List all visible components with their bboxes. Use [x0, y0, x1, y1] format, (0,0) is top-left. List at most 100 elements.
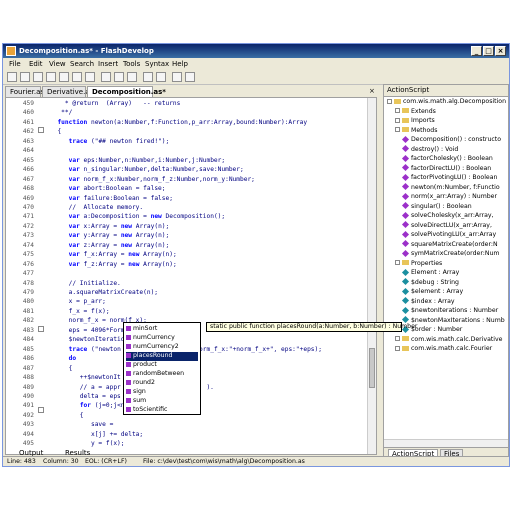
expand-toggle-icon[interactable] [395, 108, 400, 113]
code-line[interactable]: var x:Array = new Array(n); [50, 223, 170, 230]
code-line[interactable]: f_x = f(x); [50, 308, 110, 315]
menu-tools[interactable]: Tools [123, 60, 140, 68]
autocomplete-item[interactable]: placesRound [126, 352, 198, 361]
menu-help[interactable]: Help [172, 60, 188, 68]
autocomplete-item[interactable]: minSort [126, 325, 198, 334]
code-line[interactable]: * @return (Array) -- returns [50, 100, 181, 107]
redo-icon[interactable] [72, 72, 82, 82]
tree-node[interactable]: $element : Array [401, 287, 463, 295]
cut-icon[interactable] [101, 72, 111, 82]
expand-toggle-icon[interactable] [395, 345, 400, 351]
code-line[interactable]: $newtonIteratio [50, 336, 125, 343]
code-line[interactable]: x = p_arr; [50, 298, 106, 305]
tree-node[interactable]: Decomposition() : constructo [401, 135, 501, 143]
code-line[interactable]: trace ("## newton fired!"); [50, 138, 170, 145]
save-icon[interactable] [33, 72, 43, 82]
code-line[interactable]: { [50, 412, 84, 419]
tab-decomposition[interactable]: Decomposition.as* [87, 86, 166, 97]
undo-icon[interactable] [59, 72, 69, 82]
autocomplete-list[interactable]: minSort numCurrency numCurrency2 placesRoun… [123, 322, 201, 415]
scrollbar-thumb[interactable] [369, 348, 375, 388]
tree-node[interactable]: solveDirectLU(x_arr:Array, [401, 220, 492, 229]
close-button[interactable]: × [495, 46, 506, 56]
tab-fourier[interactable]: Fourier.as [5, 86, 44, 97]
code-line[interactable]: for (j=0;j<n [50, 402, 125, 409]
menu-file[interactable]: File [9, 60, 21, 68]
fold-toggle-icon[interactable] [38, 407, 44, 413]
open-file-icon[interactable] [20, 72, 30, 82]
code-line[interactable]: delta = eps [50, 393, 121, 400]
autocomplete-item[interactable]: numCurrency [126, 334, 198, 343]
close-tab-icon[interactable]: × [369, 87, 375, 95]
close-file-icon[interactable] [85, 72, 95, 82]
tree-node[interactable]: Element : Array [401, 268, 459, 276]
build-icon[interactable] [185, 72, 195, 82]
tree-node[interactable]: $newtonMaxIterations : Numb [401, 315, 505, 324]
tree-node[interactable]: solvePivotingLU(x_arr:Array [401, 230, 496, 238]
tree-node[interactable]: $index : Array [401, 296, 455, 305]
expand-toggle-icon[interactable] [395, 127, 400, 132]
code-line[interactable]: var a:Decomposition = new Decomposition(… [50, 213, 226, 220]
editor-vertical-scrollbar[interactable] [367, 98, 376, 454]
tree-node[interactable]: norm(x_arr:Array) : Number [401, 192, 497, 200]
code-line[interactable]: var failure:Boolean = false; [50, 195, 173, 202]
find-icon[interactable] [143, 72, 153, 82]
code-line[interactable]: x[j] += delta; [50, 431, 143, 438]
code-line[interactable]: function newton(a:Number,f:Function,p_ar… [50, 119, 307, 126]
autocomplete-item[interactable]: numCurrency2 [126, 343, 198, 352]
fold-toggle-icon[interactable] [38, 127, 44, 133]
code-line[interactable]: var n_singular:Number,delta:Number,save:… [50, 166, 244, 173]
code-line[interactable]: a.squareMatrixCreate(n); [50, 289, 158, 296]
fold-toggle-icon[interactable] [38, 326, 44, 332]
code-line[interactable]: var z:Array = new Array(n); [50, 242, 170, 249]
tree-node[interactable]: squareMatrixCreate(order:N [401, 239, 498, 248]
tree-node[interactable]: singular() : Boolean [401, 201, 472, 210]
code-line[interactable]: var f_x:Array = new Array(n); [50, 251, 177, 258]
code-line[interactable]: var abort:Boolean = false; [50, 185, 166, 192]
code-line[interactable]: var y:Array = new Array(n); [50, 232, 170, 239]
code-line[interactable]: var f_z:Array = new Array(n); [50, 261, 177, 268]
save-all-icon[interactable] [46, 72, 56, 82]
tree-node[interactable]: com.wis.math.calc.Derivative [395, 336, 502, 343]
tree-node[interactable]: com.wis.math.alg.Decomposition [387, 98, 506, 105]
tree-node[interactable]: symMatrixCreate(order:Num [401, 249, 499, 257]
tree-node[interactable]: com.wis.math.calc.Fourier [395, 345, 492, 352]
autocomplete-item[interactable]: sign [126, 388, 198, 397]
autocomplete-item[interactable]: round2 [126, 379, 198, 388]
minimize-button[interactable]: _ [471, 46, 482, 56]
tree-node[interactable]: Imports [395, 117, 435, 124]
expand-toggle-icon[interactable] [387, 98, 392, 104]
expand-toggle-icon[interactable] [395, 336, 400, 341]
code-line[interactable]: { [50, 128, 61, 135]
menu-syntax[interactable]: Syntax [145, 60, 169, 68]
code-line[interactable]: var eps:Number,n:Number,i:Number,j:Numbe… [50, 157, 225, 164]
autocomplete-item[interactable]: randomBetween [126, 370, 198, 379]
tree-node[interactable]: factorPivotingLU() : Boolean [401, 173, 497, 181]
menu-edit[interactable]: Edit [29, 60, 43, 68]
autocomplete-item[interactable]: toScientific [126, 406, 198, 415]
tree-node[interactable]: Extends [395, 108, 436, 115]
maximize-button[interactable]: □ [483, 46, 494, 56]
tree-node[interactable]: Properties [395, 260, 442, 267]
autocomplete-item[interactable]: product [126, 361, 198, 370]
autocomplete-item[interactable]: sum [126, 397, 198, 406]
code-line[interactable]: **/ [50, 109, 72, 116]
code-line[interactable]: // Initialize. [50, 280, 121, 287]
expand-toggle-icon[interactable] [395, 117, 400, 123]
tree-node[interactable]: Methods [395, 127, 437, 134]
code-line[interactable]: do [50, 355, 76, 362]
menu-search[interactable]: Search [70, 60, 94, 68]
code-line[interactable]: save = [50, 421, 117, 428]
tree-node[interactable]: newton(m:Number, f:Functio [401, 182, 500, 191]
replace-icon[interactable] [156, 72, 166, 82]
tree-node[interactable]: $newtonIterations : Number [401, 306, 498, 314]
new-file-icon[interactable] [7, 72, 17, 82]
copy-icon[interactable] [114, 72, 124, 82]
tree-node[interactable]: destroy() : Void [401, 144, 458, 153]
expand-toggle-icon[interactable] [395, 260, 400, 265]
menu-insert[interactable]: Insert [98, 60, 118, 68]
tree-node[interactable]: factorCholesky() : Boolean [401, 154, 493, 162]
tab-derivative[interactable]: Derivative.as [42, 86, 93, 97]
menu-view[interactable]: View [49, 60, 66, 68]
code-line[interactable]: var norm_f_x:Number,norm_f_z:Number,norm… [50, 176, 255, 183]
